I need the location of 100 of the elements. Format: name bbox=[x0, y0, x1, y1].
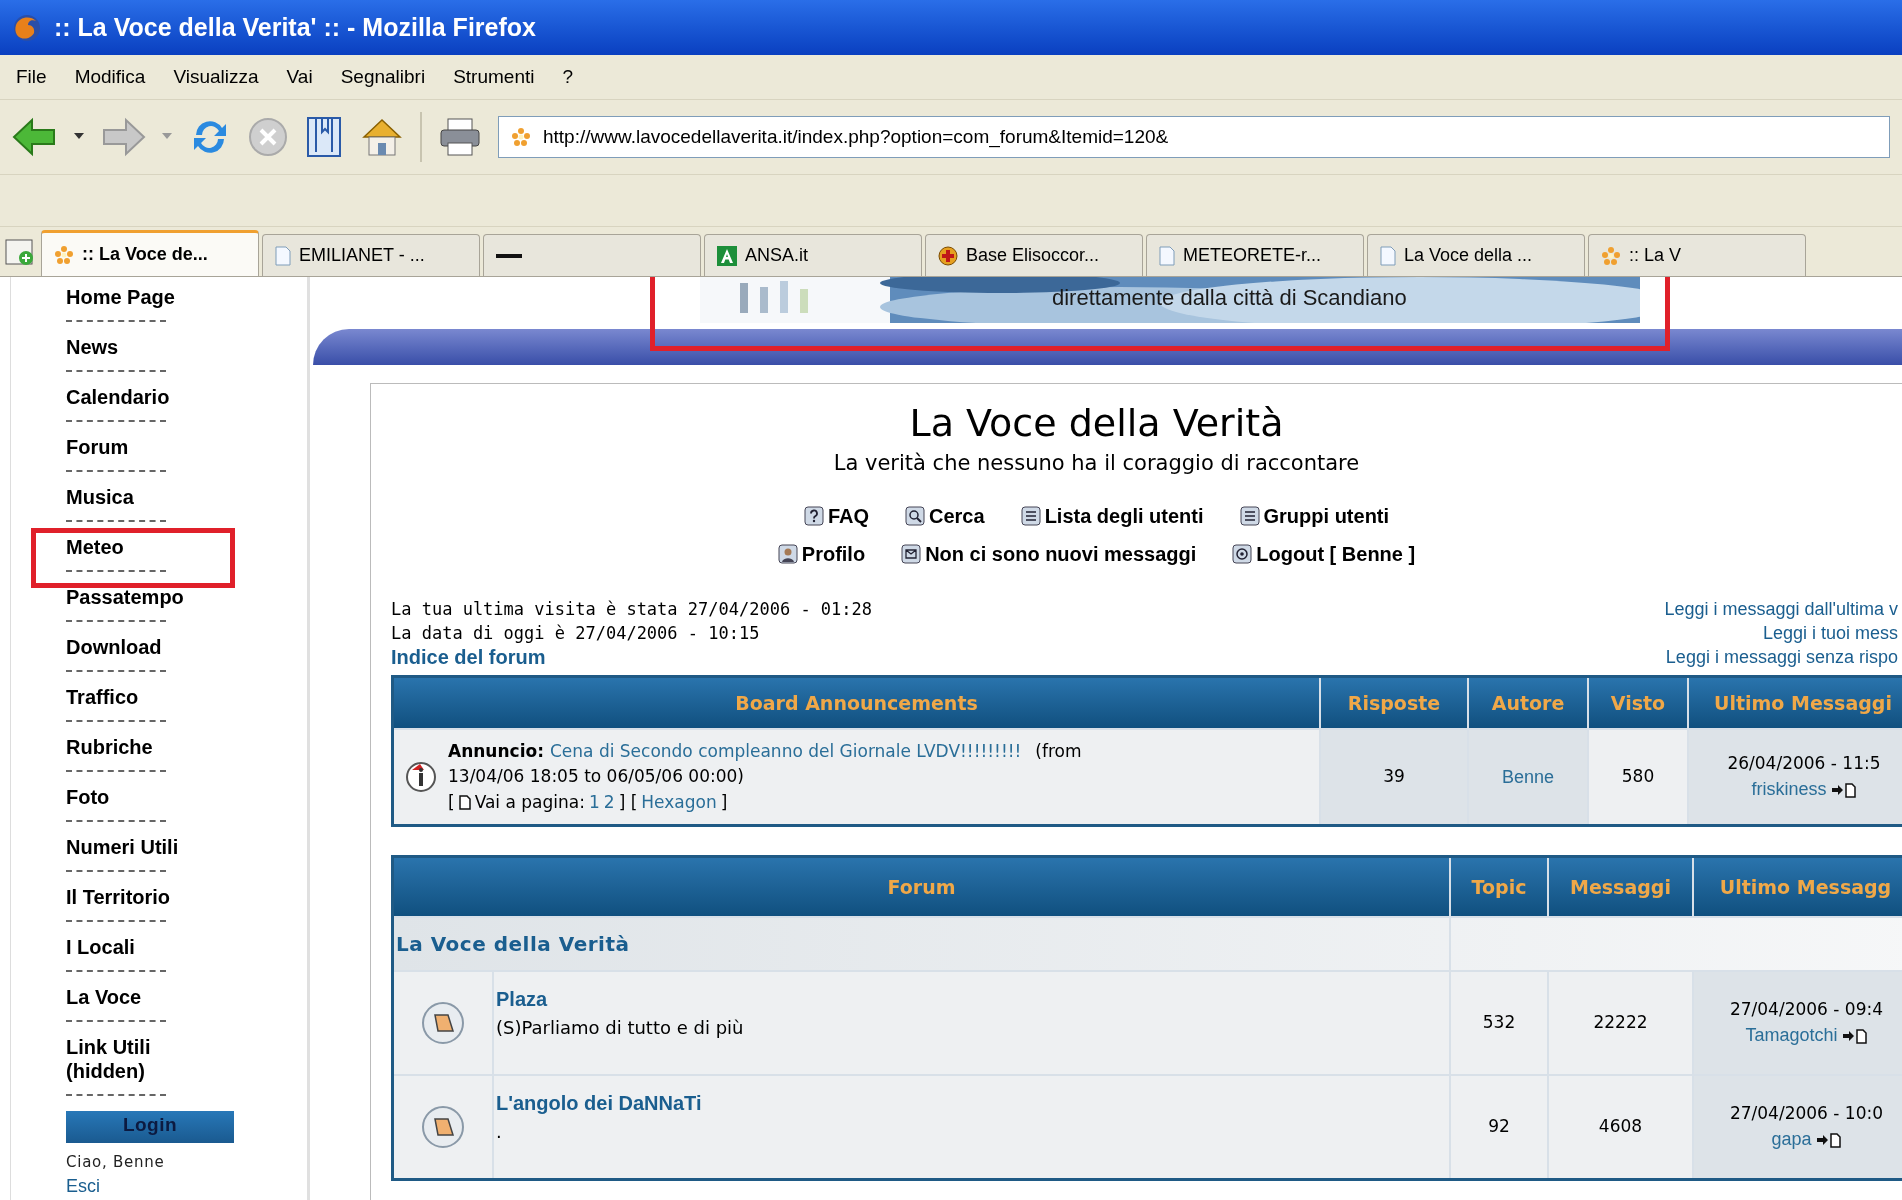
read-messages-link[interactable]: Leggi i messaggi senza rispo bbox=[1665, 645, 1898, 669]
greeting-text: Ciao, Benne bbox=[66, 1151, 166, 1173]
user-link[interactable]: gapa bbox=[1771, 1126, 1812, 1154]
address-field[interactable]: http://www.lavocedellaverita.it/index.php?option=com_forum&Itemid=120& bbox=[498, 116, 1890, 158]
page-link[interactable]: 2 bbox=[603, 789, 615, 816]
forum-description: (S)Parliamo di tutto e di più bbox=[496, 1016, 745, 1040]
go-to-post-icon[interactable] bbox=[1815, 1131, 1842, 1148]
flower-icon bbox=[54, 244, 74, 265]
nav-link[interactable]: Cerca bbox=[905, 501, 985, 531]
sidebar-link[interactable]: Link Utili (hidden) bbox=[66, 1033, 196, 1083]
column-header: Visto bbox=[1589, 678, 1689, 728]
last-post-date: 27/04/2006 - 10:0 bbox=[1729, 1101, 1884, 1125]
sidebar-link[interactable]: Forum bbox=[66, 433, 196, 459]
back-arrow-icon[interactable] bbox=[12, 117, 58, 157]
menu-item[interactable]: Visualizza bbox=[173, 62, 259, 92]
author-link[interactable]: Benne bbox=[1501, 763, 1555, 791]
menu-item[interactable]: Segnalibri bbox=[340, 62, 426, 92]
forum-title: La Voce della Verità bbox=[909, 400, 1284, 447]
table-cell: 4608 bbox=[1549, 1076, 1694, 1178]
forum-description: . bbox=[496, 1120, 503, 1144]
menu-item[interactable]: ? bbox=[562, 62, 574, 92]
table-cell: 22222 bbox=[1549, 972, 1694, 1074]
last-post-date: 27/04/2006 - 09:4 bbox=[1729, 997, 1884, 1021]
nav-link[interactable]: Lista degli utenti bbox=[1020, 501, 1204, 531]
sidebar-link[interactable]: Rubriche bbox=[66, 733, 196, 759]
nav-link[interactable]: Non ci sono nuovi messaggi bbox=[901, 539, 1197, 569]
dropdown-caret-icon[interactable] bbox=[74, 133, 84, 141]
topic-link[interactable]: Cena di Secondo compleanno del Giornale LVDV!!!!!!!!! bbox=[549, 738, 1022, 765]
logout-link[interactable]: Esci bbox=[66, 1173, 307, 1200]
browser-tab[interactable]: ANSA.it bbox=[704, 234, 922, 276]
sidebar-link[interactable]: I Locali bbox=[66, 933, 196, 959]
user-link[interactable]: friskiness bbox=[1751, 776, 1827, 804]
login-header: Login bbox=[66, 1111, 234, 1143]
bracket-text: [ bbox=[448, 790, 455, 814]
page-icon bbox=[1159, 245, 1175, 266]
print-icon[interactable] bbox=[438, 117, 482, 157]
read-messages-link[interactable]: Leggi i messaggi dall'ultima v bbox=[1664, 597, 1898, 621]
column-header: Autore bbox=[1469, 678, 1589, 728]
flower-icon bbox=[511, 127, 531, 147]
envelope-icon bbox=[901, 544, 922, 564]
sidebar-link[interactable]: Home Page bbox=[66, 283, 196, 309]
browser-tab[interactable]: EMILIANET - ... bbox=[262, 234, 480, 276]
visit-info: La tua ultima visita è stata 27/04/2006 - 01:28 bbox=[391, 598, 873, 621]
browser-tab[interactable]: METEORETE-r... bbox=[1146, 234, 1364, 276]
goto-label: Vai a pagina: bbox=[474, 790, 585, 814]
table-cell: 92 bbox=[1451, 1076, 1549, 1178]
author-link[interactable]: Hexagon bbox=[641, 789, 717, 816]
folder-icon bbox=[421, 1001, 465, 1045]
column-header: Board Announcements bbox=[394, 678, 1321, 728]
power-icon bbox=[1232, 544, 1253, 564]
announcement-label: Annuncio: bbox=[448, 739, 544, 763]
page-icon bbox=[1380, 245, 1396, 266]
window-title: :: La Voce della Verita' :: - Mozilla Firefox bbox=[54, 11, 536, 43]
table-cell: 532 bbox=[1451, 972, 1549, 1074]
sidebar-link[interactable]: News bbox=[66, 333, 196, 359]
sidebar-link[interactable]: La Voce bbox=[66, 983, 196, 1009]
stop-icon[interactable] bbox=[248, 117, 288, 157]
page-link[interactable]: 1 bbox=[588, 789, 600, 816]
bracket-text: ] [ bbox=[618, 790, 638, 814]
menu-item[interactable]: File bbox=[16, 62, 47, 92]
browser-tab[interactable]: :: La V bbox=[1588, 234, 1806, 276]
menu-item[interactable]: Vai bbox=[286, 62, 313, 92]
column-header: Ultimo Messaggi bbox=[1689, 678, 1902, 728]
browser-tab[interactable]: Base Elisoccor... bbox=[925, 234, 1143, 276]
sidebar-link[interactable]: Download bbox=[66, 633, 196, 659]
period-start-text: (from bbox=[1035, 739, 1082, 763]
user-link[interactable]: Tamagotchi bbox=[1745, 1022, 1838, 1050]
sidebar-link[interactable]: Foto bbox=[66, 783, 196, 809]
sidebar-link[interactable]: Meteo bbox=[66, 533, 196, 559]
sidebar-link[interactable]: Calendario bbox=[66, 383, 196, 409]
sidebar-link[interactable]: Numeri Utili bbox=[66, 833, 196, 859]
menu-item[interactable]: Modifica bbox=[74, 62, 146, 92]
folder-icon bbox=[421, 1105, 465, 1149]
browser-tab[interactable]: :: La Voce de... bbox=[41, 230, 259, 276]
sidebar-link[interactable]: Passatempo bbox=[66, 583, 196, 609]
go-to-post-icon[interactable] bbox=[1841, 1027, 1868, 1044]
table-cell: 580 bbox=[1589, 730, 1689, 824]
breadcrumb-link[interactable]: Indice del forum bbox=[391, 645, 873, 669]
category-link[interactable]: La Voce della Verità bbox=[396, 929, 630, 959]
read-messages-link[interactable]: Leggi i tuoi mess bbox=[1762, 621, 1898, 645]
forward-arrow-icon[interactable] bbox=[100, 117, 146, 157]
sidebar-link[interactable]: Musica bbox=[66, 483, 196, 509]
browser-logo-icon bbox=[12, 12, 42, 43]
go-to-post-icon[interactable] bbox=[1830, 781, 1857, 798]
nav-link[interactable]: FAQ bbox=[803, 501, 869, 531]
subforum-link[interactable]: Plaza bbox=[496, 984, 1449, 1014]
nav-link[interactable]: Logout [ Benne ] bbox=[1232, 539, 1416, 569]
sidebar-link[interactable]: Traffico bbox=[66, 683, 196, 709]
page-icon bbox=[275, 245, 291, 266]
table-cell: 39 bbox=[1321, 730, 1469, 824]
bookmarks-icon[interactable] bbox=[304, 115, 344, 159]
forum-subtitle: La verità che nessuno ha il coraggio di raccontare bbox=[833, 449, 1360, 477]
person-icon bbox=[777, 544, 798, 564]
nav-link[interactable]: Gruppi utenti bbox=[1239, 501, 1390, 531]
browser-tab[interactable]: La Voce della ... bbox=[1367, 234, 1585, 276]
banner-caption: direttamente dalla città di Scandiano bbox=[1052, 284, 1407, 312]
subforum-link[interactable]: L'angolo dei DaNNaTi bbox=[496, 1088, 1449, 1118]
sidebar-link[interactable]: Il Territorio bbox=[66, 883, 196, 909]
menu-item[interactable]: Strumenti bbox=[453, 62, 535, 92]
nav-link[interactable]: Profilo bbox=[777, 539, 866, 569]
